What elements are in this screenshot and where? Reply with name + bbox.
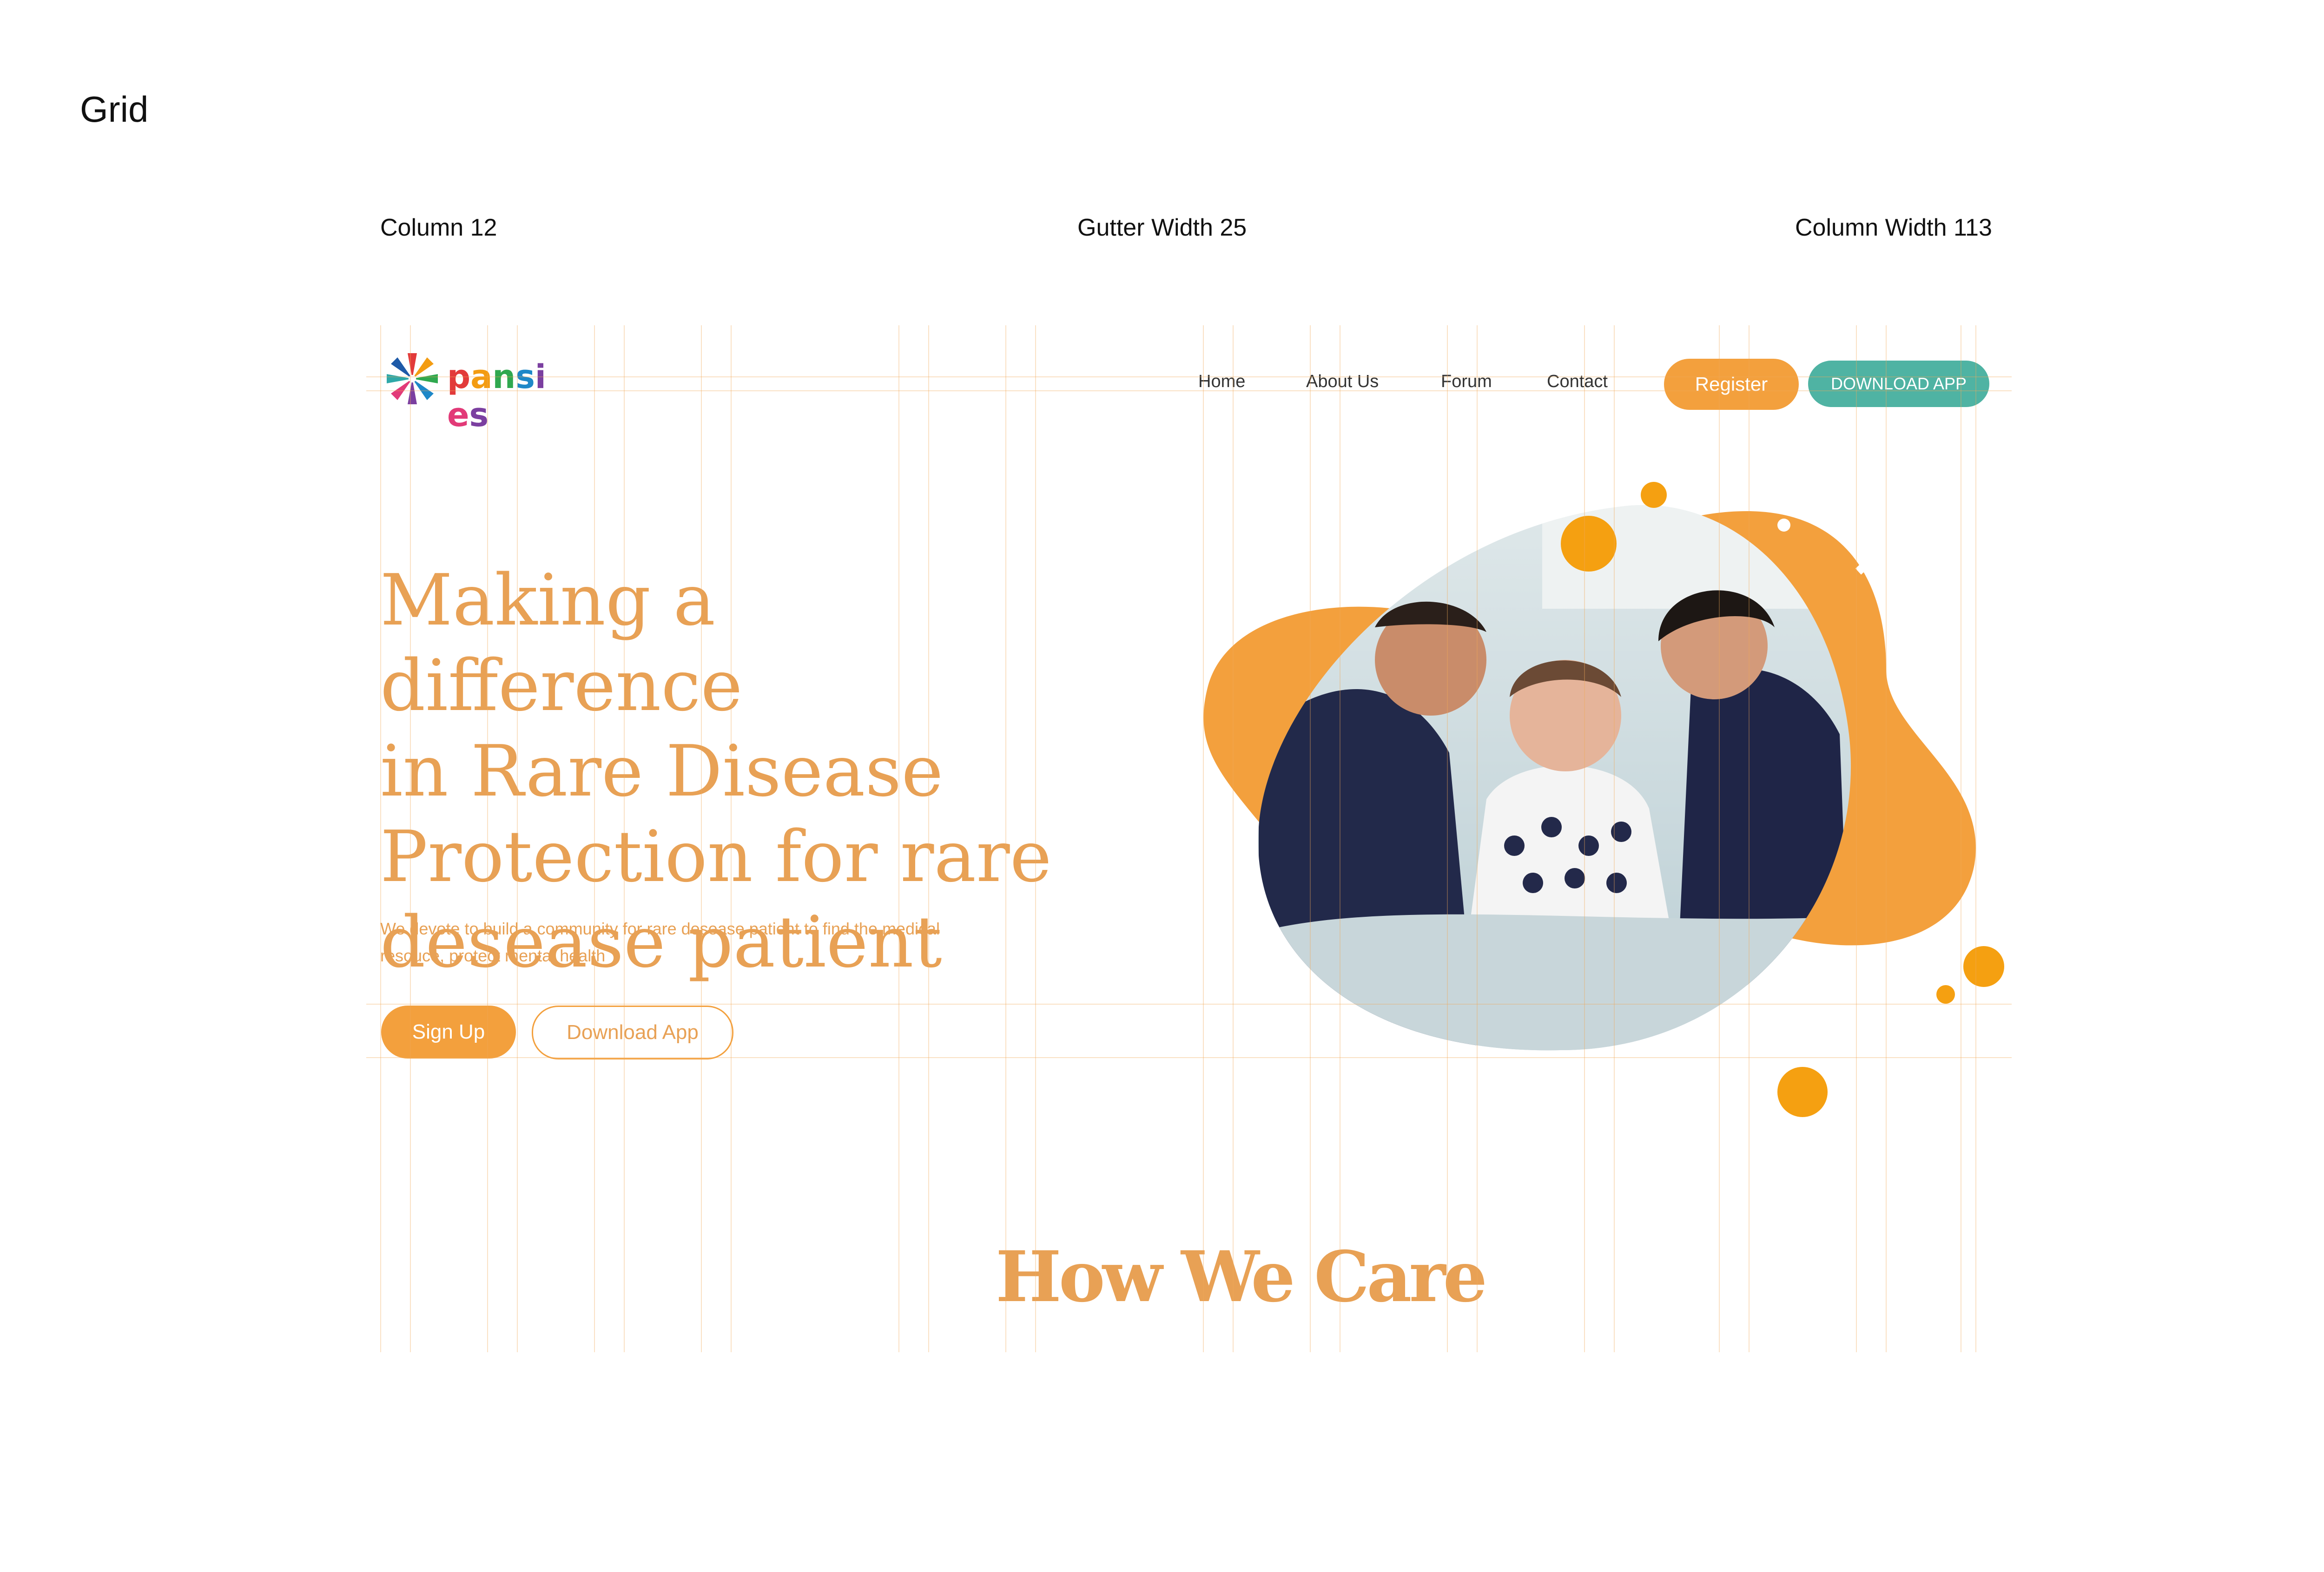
brand-letter: n: [492, 358, 516, 396]
download-app-hero-button[interactable]: Download App: [532, 1006, 733, 1059]
download-app-nav-button[interactable]: DOWNLOAD APP: [1808, 361, 1989, 407]
hero-subtitle-line: resouce, protect mental health: [380, 946, 606, 965]
brand-letter: e: [447, 396, 469, 434]
hero-subtitle: We devote to build a community for rare …: [380, 915, 1054, 969]
brand-logo[interactable]: pansies: [382, 349, 568, 434]
sign-up-button[interactable]: Sign Up: [381, 1006, 516, 1059]
spec-gutter-width: Gutter Width 25: [1077, 214, 1247, 241]
flower-logo-icon: [387, 353, 438, 404]
white-accent-line: [1855, 517, 1917, 575]
brand-letter: s: [469, 396, 489, 434]
decor-dot: [1777, 1067, 1828, 1117]
website-artboard: pansies Home About Us Forum Contact Regi…: [366, 325, 2012, 1352]
spec-column-count: Column 12: [380, 214, 497, 241]
nav-about-us[interactable]: About Us: [1306, 372, 1379, 392]
brand-letter: i: [535, 358, 546, 396]
nav-forum[interactable]: Forum: [1441, 372, 1492, 392]
decor-dot: [1936, 985, 1955, 1004]
hero-title-line: Protection for rare: [380, 816, 1052, 898]
decor-dot: [1963, 946, 2004, 987]
spec-column-width: Column Width 113: [1795, 214, 1992, 241]
decor-dot: [1561, 516, 1617, 572]
brand-name: pansies: [447, 358, 568, 434]
family-photo-blob: [1203, 482, 2004, 1117]
brand-letter: s: [515, 358, 535, 396]
brand-letter: a: [470, 358, 493, 396]
hero-title-line: Making a difference: [380, 559, 743, 727]
nav-contact[interactable]: Contact: [1547, 372, 1608, 392]
decor-dot: [1641, 482, 1667, 508]
hero-subtitle-line: We devote to build a community for rare …: [380, 919, 940, 938]
page-title: Grid: [80, 89, 149, 130]
photo-content: [1258, 505, 1851, 1051]
brand-letter: p: [447, 358, 471, 396]
hero-title-line: in Rare Disease: [380, 730, 944, 812]
section-title: How We Care: [995, 1236, 1487, 1318]
decor-dot: [1777, 519, 1790, 532]
register-button[interactable]: Register: [1664, 359, 1799, 410]
nav-home[interactable]: Home: [1198, 372, 1245, 392]
